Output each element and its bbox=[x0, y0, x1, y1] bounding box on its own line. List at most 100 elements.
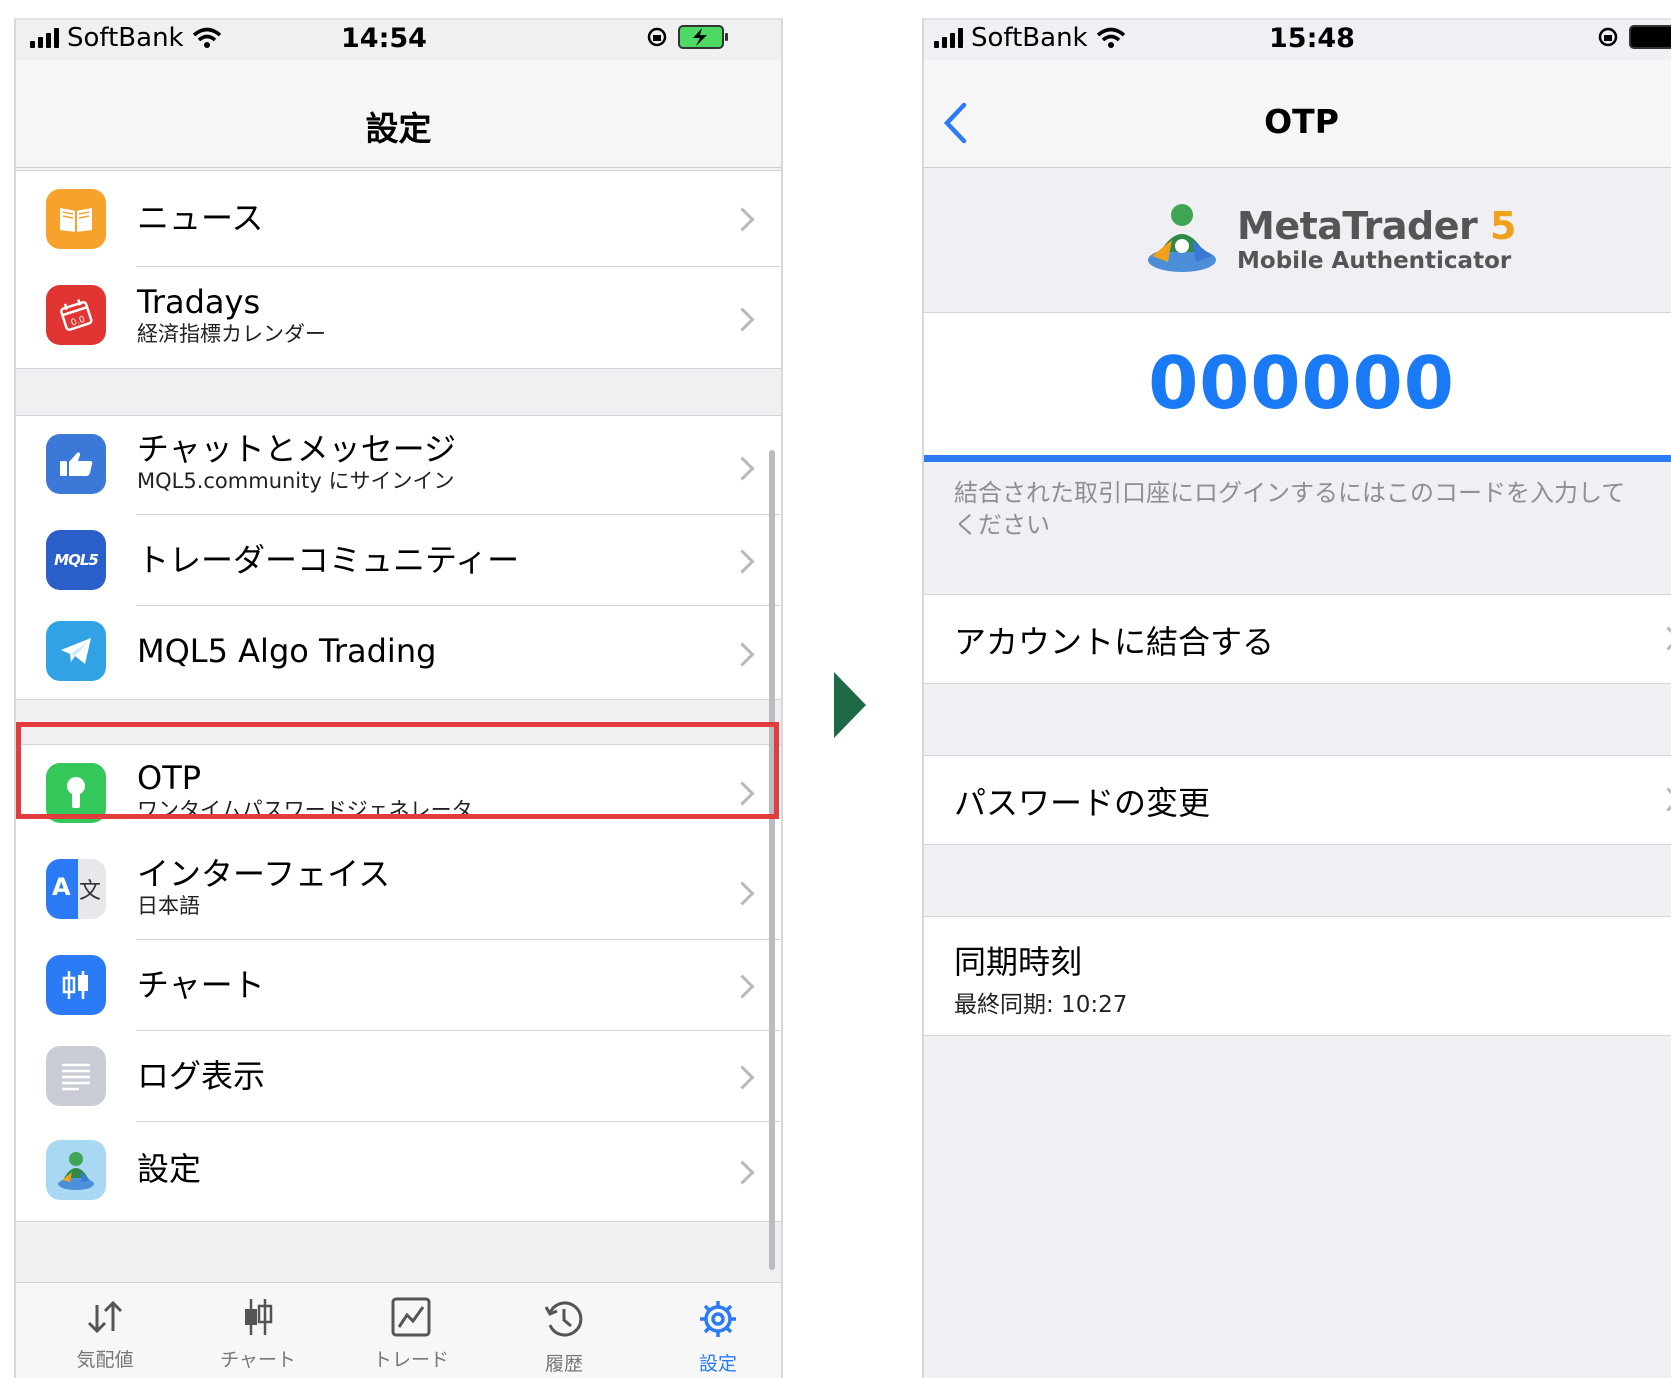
clock: 14:54 bbox=[341, 23, 427, 54]
settings-group-1: ニュース 0.0 Tradays 経済指標カレンダー bbox=[16, 170, 781, 369]
rotation-lock-icon bbox=[647, 27, 667, 47]
status-right bbox=[646, 25, 728, 49]
status-right bbox=[1597, 25, 1671, 49]
quotes-icon bbox=[87, 1300, 123, 1334]
carrier: SoftBank bbox=[30, 23, 222, 53]
tab-bar: 気配値 チャート トレード 履歴 設定 bbox=[16, 1282, 781, 1378]
sync-time-label: 同期時刻 bbox=[954, 943, 1083, 981]
status-bar: SoftBank 15:48 bbox=[924, 20, 1671, 60]
settings-item-interface[interactable]: A 文 インターフェイス 日本語 bbox=[16, 841, 781, 939]
chevron-right-icon bbox=[730, 1160, 755, 1185]
chevron-right-icon bbox=[730, 207, 755, 232]
chevron-right-icon bbox=[730, 974, 755, 999]
chart-tab-icon bbox=[245, 1299, 273, 1335]
settings-item-label: ニュース bbox=[137, 199, 264, 237]
chevron-right-icon bbox=[730, 881, 755, 906]
metatrader-icon bbox=[46, 1140, 106, 1200]
mql5-badge: MQL5 bbox=[54, 551, 99, 569]
battery-icon bbox=[678, 25, 728, 49]
tab-label: トレード bbox=[372, 1349, 449, 1371]
settings-screen: SoftBank 14:54 設定 ニュース 0.0 Tradays 経済指標カ… bbox=[14, 18, 783, 1378]
tab-history[interactable]: 履歴 bbox=[504, 1297, 624, 1376]
otp-hint: 結合された取引口座にログインするにはこのコードを入力してください bbox=[954, 479, 1626, 539]
navigation-bar: OTP bbox=[924, 60, 1671, 168]
settings-item-label: チャットとメッセージ bbox=[137, 430, 457, 468]
telegram-icon bbox=[46, 621, 106, 681]
settings-item-label: トレーダーコミュニティー bbox=[137, 541, 520, 579]
tab-label: 気配値 bbox=[76, 1349, 134, 1371]
history-icon bbox=[544, 1301, 583, 1337]
tab-quotes[interactable]: 気配値 bbox=[45, 1297, 165, 1372]
trade-icon bbox=[391, 1297, 431, 1337]
settings-item-label: チャート bbox=[137, 966, 265, 1004]
metatrader-logo-icon bbox=[1148, 204, 1216, 272]
settings-item-news[interactable]: ニュース bbox=[16, 171, 781, 267]
otp-highlight-box bbox=[16, 722, 779, 819]
chevron-right-icon bbox=[730, 549, 755, 574]
settings-item-chart[interactable]: チャート bbox=[16, 940, 781, 1030]
settings-item-trader-community[interactable]: MQL5 トレーダーコミュニティー bbox=[16, 515, 781, 605]
carrier: SoftBank bbox=[934, 23, 1126, 53]
scrollbar[interactable] bbox=[769, 450, 775, 1270]
change-password-label: パスワードの変更 bbox=[954, 784, 1211, 822]
settings-item-sublabel: 日本語 bbox=[137, 894, 200, 918]
change-password-row[interactable]: パスワードの変更 bbox=[924, 755, 1671, 845]
app-logo-area: MetaTrader 5 Mobile Authenticator bbox=[924, 168, 1671, 313]
otp-screen: SoftBank 15:48 OTP MetaTrader 5 Mobile A… bbox=[922, 18, 1671, 1378]
carrier-name: SoftBank bbox=[971, 23, 1088, 53]
chevron-right-icon bbox=[730, 1065, 755, 1090]
news-icon bbox=[46, 189, 106, 249]
rotation-lock-icon bbox=[1598, 27, 1618, 47]
navigation-bar: 設定 bbox=[16, 60, 781, 168]
svg-text:0.0: 0.0 bbox=[70, 315, 87, 329]
wifi-icon bbox=[192, 27, 221, 48]
gear-icon bbox=[700, 1301, 736, 1337]
sync-time-value: 最終同期: 10:27 bbox=[954, 992, 1128, 1018]
carrier-name: SoftBank bbox=[67, 23, 184, 53]
chat-icon bbox=[46, 434, 106, 494]
tradays-icon: 0.0 bbox=[46, 285, 106, 345]
chevron-right-icon bbox=[1656, 626, 1671, 651]
status-bar: SoftBank 14:54 bbox=[16, 20, 781, 60]
settings-item-log[interactable]: ログ表示 bbox=[16, 1031, 781, 1121]
chevron-right-icon bbox=[730, 307, 755, 332]
settings-item-label: 設定 bbox=[137, 1150, 202, 1188]
wifi-icon bbox=[1096, 27, 1125, 48]
tab-label: チャート bbox=[220, 1349, 296, 1371]
settings-item-sublabel: 経済指標カレンダー bbox=[137, 322, 326, 346]
signal-icon bbox=[934, 28, 963, 48]
battery-icon bbox=[1629, 25, 1671, 49]
settings-item-label: MQL5 Algo Trading bbox=[137, 632, 437, 670]
chart-icon bbox=[46, 955, 106, 1015]
settings-group-2: チャットとメッセージ MQL5.community にサインイン MQL5 トレ… bbox=[16, 415, 781, 700]
next-arrow-icon bbox=[834, 672, 866, 738]
log-icon bbox=[46, 1046, 106, 1106]
otp-code-panel: 000000 bbox=[924, 313, 1671, 455]
chevron-right-icon bbox=[1656, 787, 1671, 812]
settings-item-chat[interactable]: チャットとメッセージ MQL5.community にサインイン bbox=[16, 416, 781, 514]
settings-item-label: インターフェイス bbox=[137, 855, 391, 893]
tab-trade[interactable]: トレード bbox=[351, 1297, 471, 1372]
tab-label: 設定 bbox=[698, 1353, 737, 1375]
signal-icon bbox=[30, 28, 59, 48]
logo-title: MetaTrader 5 bbox=[1237, 204, 1516, 248]
page-title: 設定 bbox=[365, 109, 432, 148]
mql5-icon: MQL5 bbox=[46, 530, 106, 590]
logo-subtitle: Mobile Authenticator bbox=[1237, 248, 1512, 274]
chevron-right-icon bbox=[730, 642, 755, 667]
tab-chart[interactable]: チャート bbox=[198, 1297, 318, 1372]
otp-validity-progress bbox=[924, 455, 1671, 462]
settings-item-tradays[interactable]: 0.0 Tradays 経済指標カレンダー bbox=[16, 267, 781, 367]
settings-item-label: ログ表示 bbox=[137, 1057, 266, 1095]
bind-account-label: アカウントに結合する bbox=[954, 623, 1275, 661]
chevron-right-icon bbox=[730, 456, 755, 481]
translate-icon: A 文 bbox=[46, 859, 106, 919]
settings-item-algo-trading[interactable]: MQL5 Algo Trading bbox=[16, 606, 781, 698]
tab-settings[interactable]: 設定 bbox=[658, 1297, 778, 1376]
settings-item-label: Tradays bbox=[137, 283, 261, 321]
settings-item-settings[interactable]: 設定 bbox=[16, 1122, 781, 1220]
bind-account-row[interactable]: アカウントに結合する bbox=[924, 594, 1671, 684]
settings-item-sublabel: MQL5.community にサインイン bbox=[137, 469, 455, 493]
sync-time-row: 同期時刻 最終同期: 10:27 bbox=[924, 916, 1671, 1036]
clock: 15:48 bbox=[1269, 23, 1355, 54]
